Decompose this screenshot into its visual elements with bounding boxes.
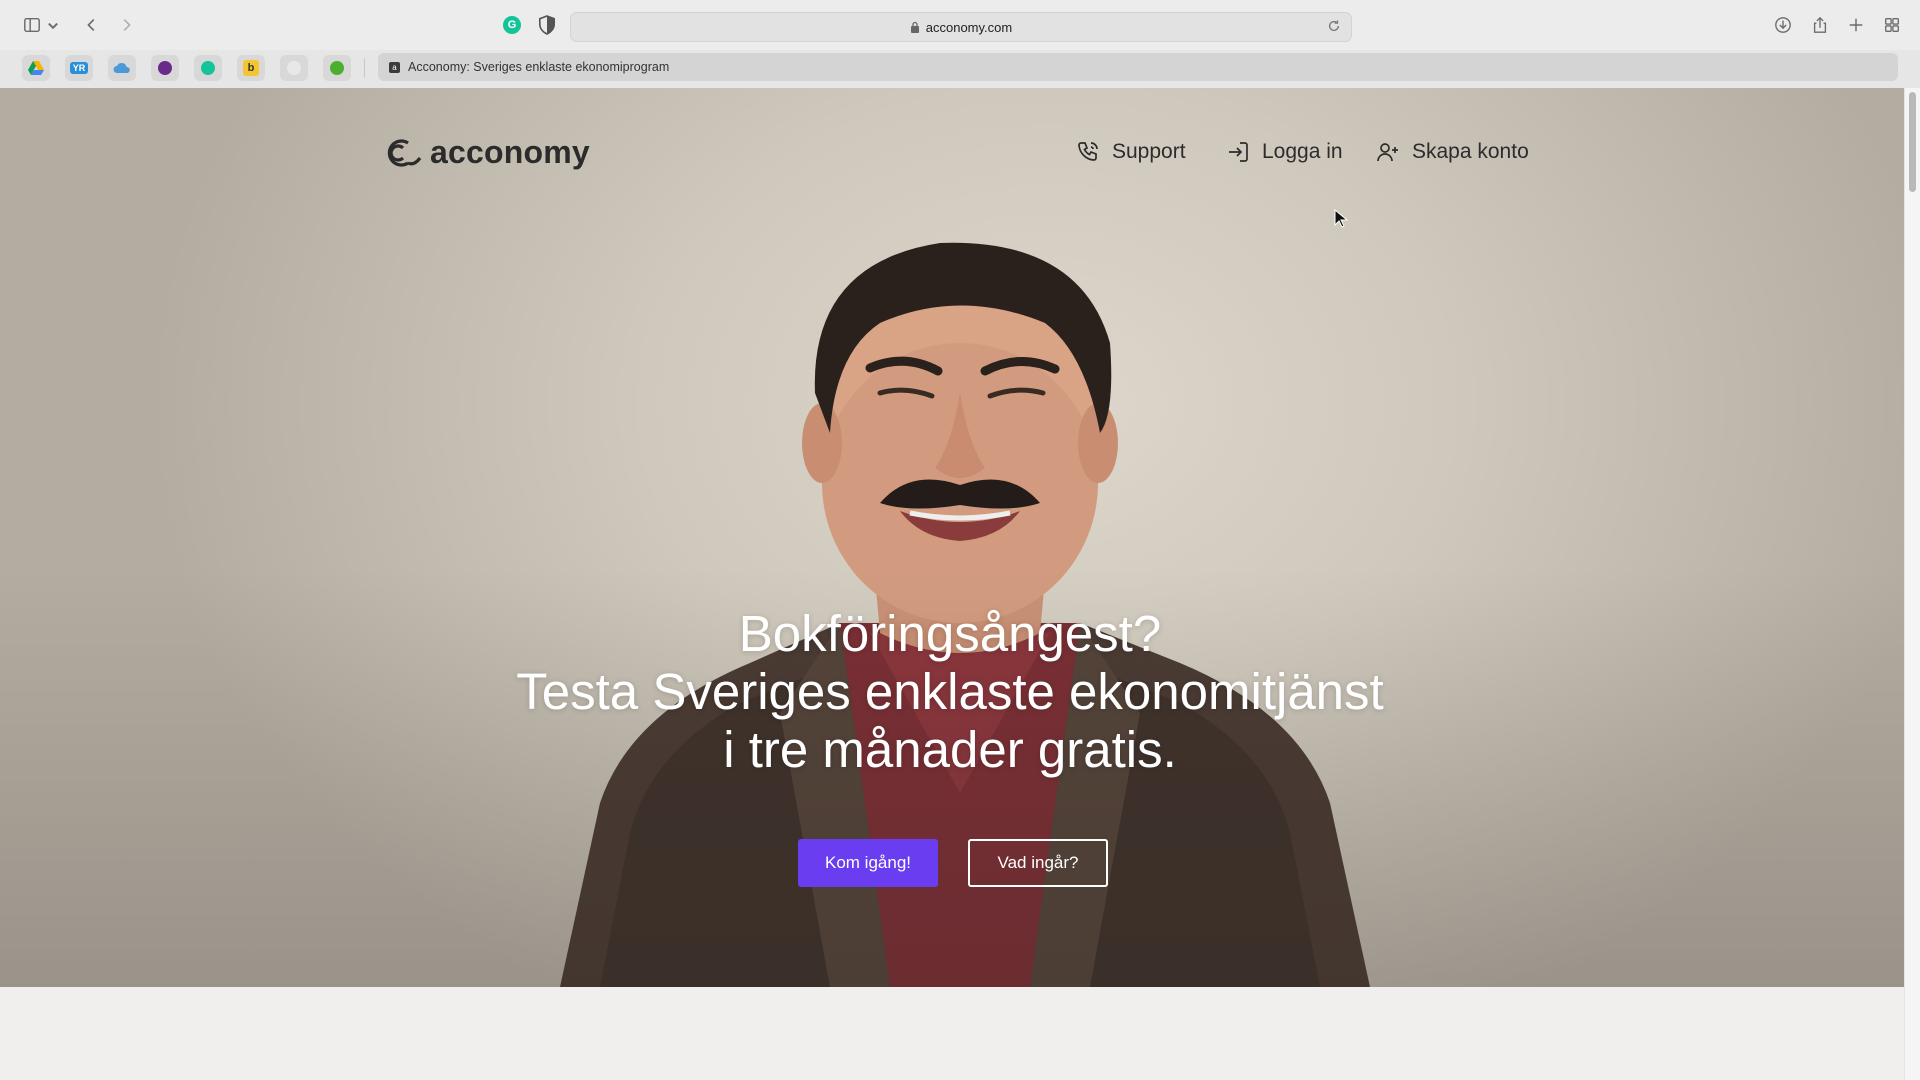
cloud-icon (113, 62, 130, 73)
chevron-down-icon[interactable] (46, 13, 60, 37)
bookmark-yr[interactable]: YR (65, 55, 93, 81)
tab-title: Acconomy: Sveriges enklaste ekonomiprogr… (408, 60, 670, 74)
nav-support[interactable]: Support (1076, 140, 1186, 164)
whats-included-button[interactable]: Vad ingår? (968, 839, 1108, 887)
acconomy-logo[interactable]: acconomy (378, 134, 590, 171)
b-icon: b (243, 60, 259, 76)
back-arrow-icon[interactable] (78, 13, 106, 37)
acconomy-logo-icon (387, 138, 422, 167)
address-bar[interactable]: acconomy.com (570, 12, 1352, 42)
bookmark-separator (364, 58, 365, 78)
page-viewport: acconomy Support Logga in Skapa konto Bo… (0, 88, 1905, 1080)
google-drive-icon (28, 61, 44, 75)
hero-headline-line-2: Testa Sveriges enklaste ekonomitjänst (516, 663, 1384, 720)
bookmark-cloud[interactable] (108, 55, 136, 81)
bookmark-google-drive[interactable] (22, 55, 50, 81)
yr-icon: YR (69, 62, 89, 74)
hero-headline: Bokföringsångest? Testa Sveriges enklast… (450, 605, 1450, 779)
bookmark-blank[interactable] (280, 55, 308, 81)
nav-login-label: Logga in (1262, 140, 1343, 163)
mouse-cursor-icon (1334, 209, 1348, 228)
phone-icon (1078, 142, 1098, 161)
bookmark-green[interactable] (323, 55, 351, 81)
hero-headline-line-1: Bokföringsångest? (738, 605, 1162, 662)
green-circle-icon (330, 61, 344, 75)
share-icon[interactable] (1806, 13, 1834, 37)
add-user-icon (1377, 143, 1398, 162)
page-scrollbar[interactable] (1904, 88, 1920, 1080)
lock-icon (910, 21, 919, 33)
grammarly-extension-icon[interactable]: G (503, 16, 521, 34)
new-tab-icon[interactable] (1842, 13, 1870, 37)
reload-icon[interactable] (1327, 19, 1341, 33)
forward-arrow-icon[interactable] (112, 13, 140, 37)
url-text: acconomy.com (925, 19, 1013, 35)
nav-signup[interactable]: Skapa konto (1376, 140, 1529, 164)
nav-support-label: Support (1112, 140, 1186, 163)
below-hero-section (0, 987, 1905, 1080)
privacy-shield-icon[interactable] (538, 15, 556, 35)
site-favicon-icon: a (389, 61, 400, 73)
blank-icon (287, 61, 301, 75)
login-icon (1229, 142, 1248, 162)
nav-signup-label: Skapa konto (1412, 140, 1529, 163)
get-started-button[interactable]: Kom igång! (798, 839, 938, 887)
scrollbar-thumb[interactable] (1909, 92, 1916, 192)
purple-app-icon (158, 61, 172, 75)
hero-section: acconomy Support Logga in Skapa konto Bo… (0, 88, 1905, 987)
tab-overview-icon[interactable] (1878, 13, 1906, 37)
bookmark-grammarly[interactable] (194, 55, 222, 81)
bookmark-purple-app[interactable] (151, 55, 179, 81)
sidebar-toggle-icon[interactable] (18, 13, 46, 37)
nav-login[interactable]: Logga in (1226, 140, 1343, 164)
logo-text: acconomy (430, 134, 590, 170)
grammarly-icon (201, 61, 215, 75)
bookmark-b[interactable]: b (237, 55, 265, 81)
downloads-icon[interactable] (1769, 13, 1797, 37)
hero-headline-line-3: i tre månader gratis. (723, 721, 1177, 778)
hero-person-image (560, 242, 1370, 987)
browser-toolbar: G acconomy.com (0, 0, 1920, 50)
active-tab[interactable]: a Acconomy: Sveriges enklaste ekonomipro… (378, 53, 1898, 81)
